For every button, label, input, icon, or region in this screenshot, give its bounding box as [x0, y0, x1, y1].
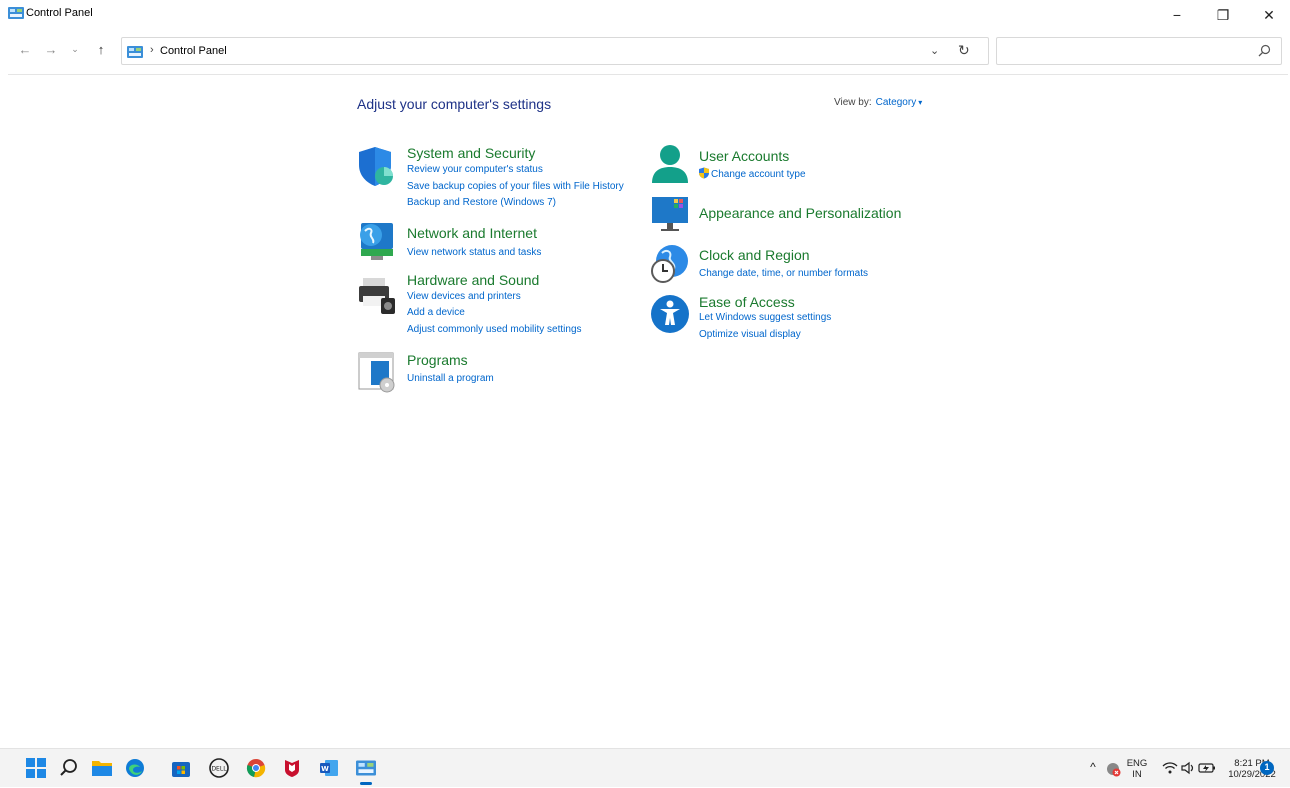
refresh-button[interactable]: ↻	[958, 42, 970, 59]
volume-icon	[1181, 761, 1194, 775]
page-title: Adjust your computer's settings	[357, 96, 552, 112]
category-title-user-accounts[interactable]: User Accounts	[699, 148, 789, 164]
file-explorer-icon[interactable]	[91, 757, 113, 779]
link-devices-printers[interactable]: View devices and printers	[407, 291, 521, 302]
link-uninstall-program[interactable]: Uninstall a program	[407, 373, 494, 384]
maximize-button[interactable]: ❐	[1200, 0, 1246, 30]
category-title-clock-and-region[interactable]: Clock and Region	[699, 247, 810, 263]
view-by-dropdown[interactable]: Category	[876, 97, 917, 108]
svg-text:DELL: DELL	[211, 766, 227, 773]
category-title-ease-of-access[interactable]: Ease of Access	[699, 294, 795, 310]
taskbar: DELL W ^ ENG IN 8:21 PM 10/29/2022 1	[0, 748, 1290, 787]
printer-icon	[359, 278, 395, 314]
store-icon[interactable]	[170, 757, 192, 779]
search-input[interactable]	[1001, 41, 1251, 61]
chrome-icon[interactable]	[245, 757, 267, 779]
show-hidden-icons-button[interactable]: ^	[1083, 749, 1103, 788]
uac-shield-icon	[699, 167, 709, 179]
mcafee-icon[interactable]	[281, 757, 303, 779]
back-button[interactable]: ←	[14, 38, 36, 60]
control-panel-icon[interactable]	[355, 757, 377, 785]
search-icon[interactable]	[58, 757, 80, 779]
link-review-computer-status[interactable]: Review your computer's status	[407, 164, 543, 175]
link-change-account-type[interactable]: Change account type	[711, 169, 806, 180]
link-optimize-visual-display[interactable]: Optimize visual display	[699, 329, 801, 340]
divider	[8, 74, 1288, 75]
notification-badge[interactable]: 1	[1260, 749, 1276, 788]
view-by-label: View by:	[834, 97, 872, 108]
notification-count: 1	[1264, 762, 1270, 772]
start-icon[interactable]	[25, 757, 47, 779]
network-globe-icon	[360, 223, 393, 260]
category-title-hardware-and-sound[interactable]: Hardware and Sound	[407, 272, 539, 288]
link-windows-suggest-settings[interactable]: Let Windows suggest settings	[699, 312, 831, 323]
clock-globe-icon	[651, 245, 688, 283]
control-panel-icon	[8, 7, 24, 19]
breadcrumb-separator[interactable]: ›	[150, 44, 154, 56]
window-title: Control Panel	[26, 7, 93, 19]
appearance-monitor-icon	[652, 197, 688, 231]
search-icon[interactable]	[1258, 44, 1271, 57]
title-bar: Control Panel − ❐ ✕	[0, 0, 1290, 30]
control-panel-icon	[127, 46, 143, 58]
category-title-programs[interactable]: Programs	[407, 352, 468, 368]
minimize-button[interactable]: −	[1154, 0, 1200, 30]
up-button[interactable]: ↑	[90, 38, 112, 60]
link-file-history[interactable]: Save backup copies of your files with Fi…	[407, 181, 624, 192]
dell-icon[interactable]: DELL	[208, 757, 230, 779]
word-icon[interactable]: W	[318, 757, 340, 779]
link-network-status[interactable]: View network status and tasks	[407, 247, 541, 258]
shield-icon	[359, 147, 393, 186]
view-by: View by: Category ▾	[834, 97, 922, 108]
close-button[interactable]: ✕	[1246, 0, 1290, 30]
link-mobility-settings[interactable]: Adjust commonly used mobility settings	[407, 324, 582, 335]
address-dropdown-button[interactable]: ⌄	[930, 44, 939, 57]
chevron-down-icon[interactable]: ▾	[918, 98, 922, 107]
forward-button[interactable]: →	[40, 38, 62, 60]
svg-text:W: W	[321, 765, 329, 773]
battery-icon	[1198, 763, 1215, 773]
language-indicator[interactable]: ENG IN	[1124, 749, 1150, 788]
tray-security-icon[interactable]	[1104, 749, 1122, 788]
chevron-up-icon[interactable]: ^	[1083, 761, 1103, 773]
language-label: ENG	[1126, 758, 1148, 769]
category-title-network-and-internet[interactable]: Network and Internet	[407, 225, 537, 241]
wifi-icon	[1162, 762, 1178, 774]
category-title-system-and-security[interactable]: System and Security	[407, 145, 535, 161]
link-date-time-formats[interactable]: Change date, time, or number formats	[699, 268, 868, 279]
link-backup-restore[interactable]: Backup and Restore (Windows 7)	[407, 197, 556, 208]
quick-settings-button[interactable]	[1158, 749, 1218, 788]
accessibility-icon	[651, 295, 689, 333]
edge-icon[interactable]	[124, 757, 146, 779]
region-label: IN	[1132, 769, 1142, 780]
address-bar[interactable]: › Control Panel ⌄ ↻	[121, 37, 989, 65]
category-title-appearance-and-personalization[interactable]: Appearance and Personalization	[699, 205, 901, 221]
breadcrumb-control-panel[interactable]: Control Panel	[160, 45, 227, 57]
search-box[interactable]	[996, 37, 1282, 65]
user-accounts-icon	[652, 145, 688, 183]
link-add-device[interactable]: Add a device	[407, 307, 465, 318]
recent-locations-button[interactable]: ⌄	[64, 38, 86, 60]
programs-icon	[358, 352, 395, 393]
navigation-bar: ← → ⌄ ↑ › Control Panel ⌄ ↻	[0, 34, 1290, 66]
